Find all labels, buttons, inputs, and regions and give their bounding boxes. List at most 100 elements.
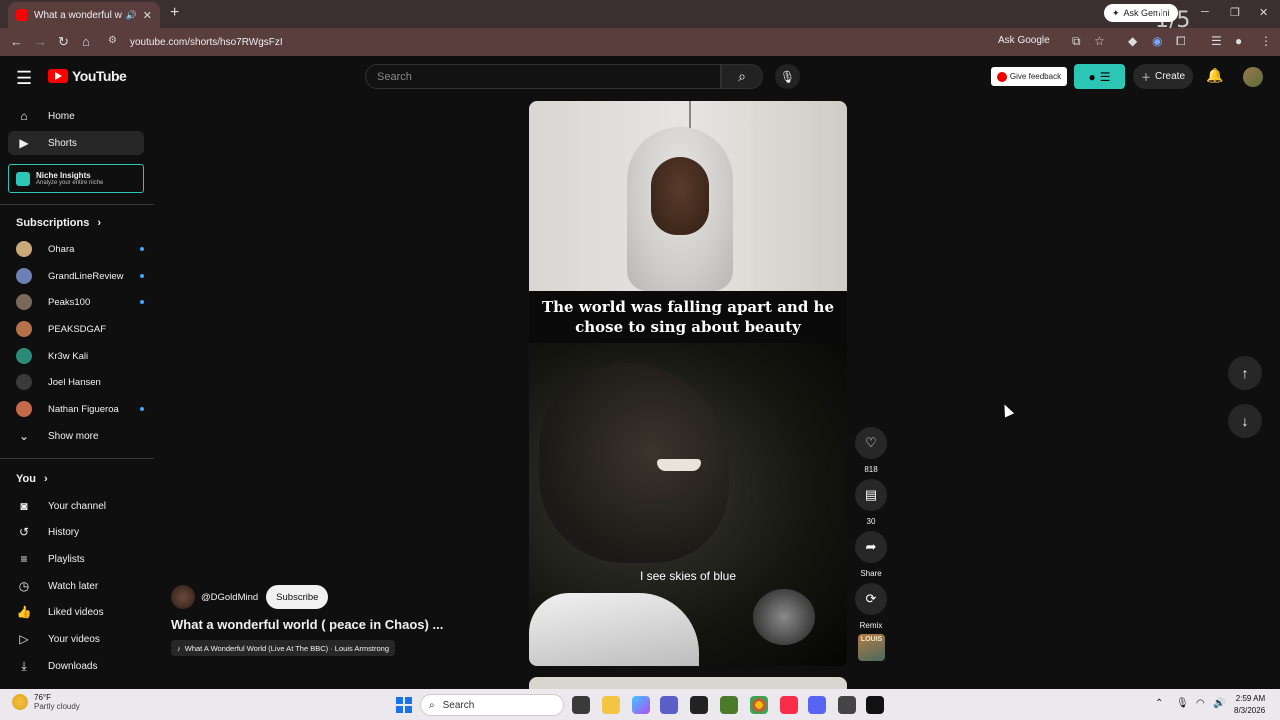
channel-name: Peaks100 xyxy=(48,296,91,308)
task-view-icon[interactable] xyxy=(572,696,590,714)
subscription-item[interactable]: Joel Hansen xyxy=(16,372,144,392)
new-tab-icon[interactable]: + xyxy=(170,4,179,22)
wifi-icon[interactable]: ◠ xyxy=(1196,698,1205,709)
apple-music-icon[interactable] xyxy=(780,696,798,714)
channel-handle[interactable]: @DGoldMind xyxy=(201,592,258,603)
site-info-icon[interactable]: ⚙ xyxy=(108,35,122,49)
sidebar-item-home[interactable]: ⌂ Home xyxy=(8,104,144,128)
like-button[interactable]: ♡ xyxy=(855,427,887,459)
hamburger-menu-icon[interactable]: ☰ xyxy=(16,68,32,89)
subscribe-button[interactable]: Subscribe xyxy=(266,585,329,609)
next-short-preview[interactable] xyxy=(529,677,847,689)
give-feedback-button[interactable]: Give feedback xyxy=(991,67,1067,86)
volume-icon[interactable]: 🔊 xyxy=(1213,698,1225,709)
search-icon: ⌕ xyxy=(429,699,435,711)
subscription-item[interactable]: Nathan Figueroa xyxy=(16,399,144,419)
weather-sun-icon xyxy=(12,694,28,710)
search-input[interactable]: Search xyxy=(365,64,721,89)
bookmark-star-icon[interactable]: ☆ xyxy=(1094,34,1105,48)
share-action[interactable]: ➦ Share xyxy=(855,531,887,578)
remix-action[interactable]: ⟳ Remix xyxy=(855,583,887,630)
show-more-button[interactable]: ⌄ Show more xyxy=(8,424,144,448)
subscriptions-heading[interactable]: Subscriptions › xyxy=(16,217,101,229)
download-icon: ⤓ xyxy=(21,658,27,673)
forward-icon[interactable]: → xyxy=(34,34,47,49)
comment-button[interactable]: ▤ xyxy=(855,479,887,511)
profile-icon[interactable]: ● xyxy=(1235,34,1242,48)
speaker-icon[interactable]: 🔊 xyxy=(126,10,137,21)
kebab-menu-icon[interactable]: ⋮ xyxy=(1260,34,1272,48)
list-icon: ☰ xyxy=(1099,69,1111,84)
discord-icon[interactable] xyxy=(808,696,826,714)
sidebar-item-history[interactable]: ↺ History xyxy=(8,520,144,544)
niche-title: Niche Insights xyxy=(36,171,91,180)
install-icon[interactable]: ⧉ xyxy=(1072,34,1081,49)
windows-start-icon[interactable] xyxy=(396,697,412,713)
short-title[interactable]: What a wonderful world ( peace in Chaos)… xyxy=(171,617,443,632)
sidepanel-icon[interactable]: ☰ xyxy=(1211,34,1222,48)
youtube-logo[interactable]: YouTube xyxy=(48,68,127,84)
steam-icon[interactable] xyxy=(838,696,856,714)
sidebar-item-your-videos[interactable]: ▷ Your videos xyxy=(8,627,144,651)
comment-action[interactable]: ▤ 30 xyxy=(855,479,887,526)
subscription-item[interactable]: GrandLineReview xyxy=(16,266,144,286)
minimize-icon[interactable]: ─ xyxy=(1201,6,1209,18)
close-tab-icon[interactable]: ✕ xyxy=(143,9,152,22)
teams-icon[interactable] xyxy=(660,696,678,714)
minecraft-icon[interactable] xyxy=(720,696,738,714)
search-button[interactable]: ⌕ xyxy=(721,64,763,89)
create-button[interactable]: ＋ Create xyxy=(1133,64,1193,89)
sidebar-item-label: History xyxy=(48,526,80,538)
voice-search-button[interactable]: 🎙 xyxy=(775,64,800,89)
sidebar-item-shorts[interactable]: ▶ Shorts xyxy=(8,131,144,155)
subscription-item[interactable]: PEAKSDGAF xyxy=(16,319,144,339)
sidebar-item-your-channel[interactable]: ◙ Your channel xyxy=(8,494,144,518)
sidebar-item-watch-later[interactable]: ◷ Watch later xyxy=(8,574,144,598)
chrome-icon[interactable] xyxy=(750,696,768,714)
share-button[interactable]: ➦ xyxy=(855,531,887,563)
sidebar-item-playlists[interactable]: ≡ Playlists xyxy=(8,547,144,571)
extension-icon[interactable]: ◆ xyxy=(1128,34,1137,48)
like-action[interactable]: ♡ 818 xyxy=(855,427,887,474)
extension-2-icon[interactable]: ◉ xyxy=(1152,34,1162,48)
copilot-icon[interactable] xyxy=(632,696,650,714)
extensions-puzzle-icon[interactable]: ⧠ xyxy=(1176,34,1186,49)
you-heading[interactable]: You › xyxy=(16,473,48,485)
previous-short-button[interactable]: ↑ xyxy=(1228,356,1262,390)
ask-google-button[interactable]: Ask Google xyxy=(998,35,1050,46)
account-avatar[interactable] xyxy=(1243,67,1263,87)
remix-button[interactable]: ⟳ xyxy=(855,583,887,615)
channel-avatar xyxy=(16,374,32,390)
back-icon[interactable]: ← xyxy=(10,34,23,49)
tiktok-icon[interactable] xyxy=(866,696,884,714)
microphone-tray-icon[interactable]: 🎙 xyxy=(1176,698,1189,709)
subscription-item[interactable]: Kr3w Kali xyxy=(16,346,144,366)
taskbar-clock[interactable]: 2:59 AM 8/3/2026 xyxy=(1234,693,1265,717)
sidebar-item-downloads[interactable]: ⤓ Downloads xyxy=(8,654,144,678)
file-explorer-icon[interactable] xyxy=(602,696,620,714)
video-icon: ▷ xyxy=(19,632,29,646)
niche-insights-button[interactable]: Niche Insights Analyze your entire niche xyxy=(8,164,144,193)
reload-icon[interactable]: ↻ xyxy=(58,34,69,50)
notifications-bell-icon[interactable]: 🔔 xyxy=(1206,67,1223,84)
browser-tab[interactable]: What a wonderful world ( p 🔊 ✕ xyxy=(8,2,160,28)
sidebar-item-liked-videos[interactable]: 👍 Liked videos xyxy=(8,600,144,624)
subscription-item[interactable]: Ohara xyxy=(16,239,144,259)
next-short-button[interactable]: ↓ xyxy=(1228,404,1262,438)
channel-avatar[interactable] xyxy=(171,585,195,609)
tray-overflow-icon[interactable]: ⌃ xyxy=(1155,698,1163,709)
taskbar-search[interactable]: ⌕ Search xyxy=(420,694,564,716)
short-video-player[interactable]: The world was falling apart and he chose… xyxy=(529,101,847,666)
music-pill[interactable]: ♪ What A Wonderful World (Live At The BB… xyxy=(171,640,396,656)
subscription-item[interactable]: Peaks100 xyxy=(16,292,144,312)
close-window-icon[interactable]: ✕ xyxy=(1259,6,1268,19)
capcut-icon[interactable] xyxy=(690,696,708,714)
channel-name: Kr3w Kali xyxy=(48,350,89,362)
like-count: 818 xyxy=(864,465,878,474)
weather-widget[interactable]: 76°F Partly cloudy xyxy=(12,693,80,711)
extension-teal-button[interactable]: ● ☰ xyxy=(1074,64,1125,89)
address-bar[interactable]: ⚙ youtube.com/shorts/hso7RWgsFzI xyxy=(108,31,988,53)
home-browser-icon[interactable]: ⌂ xyxy=(82,34,90,49)
restore-icon[interactable]: ❐ xyxy=(1230,6,1240,19)
sound-thumbnail[interactable]: LOUIS xyxy=(858,634,885,661)
